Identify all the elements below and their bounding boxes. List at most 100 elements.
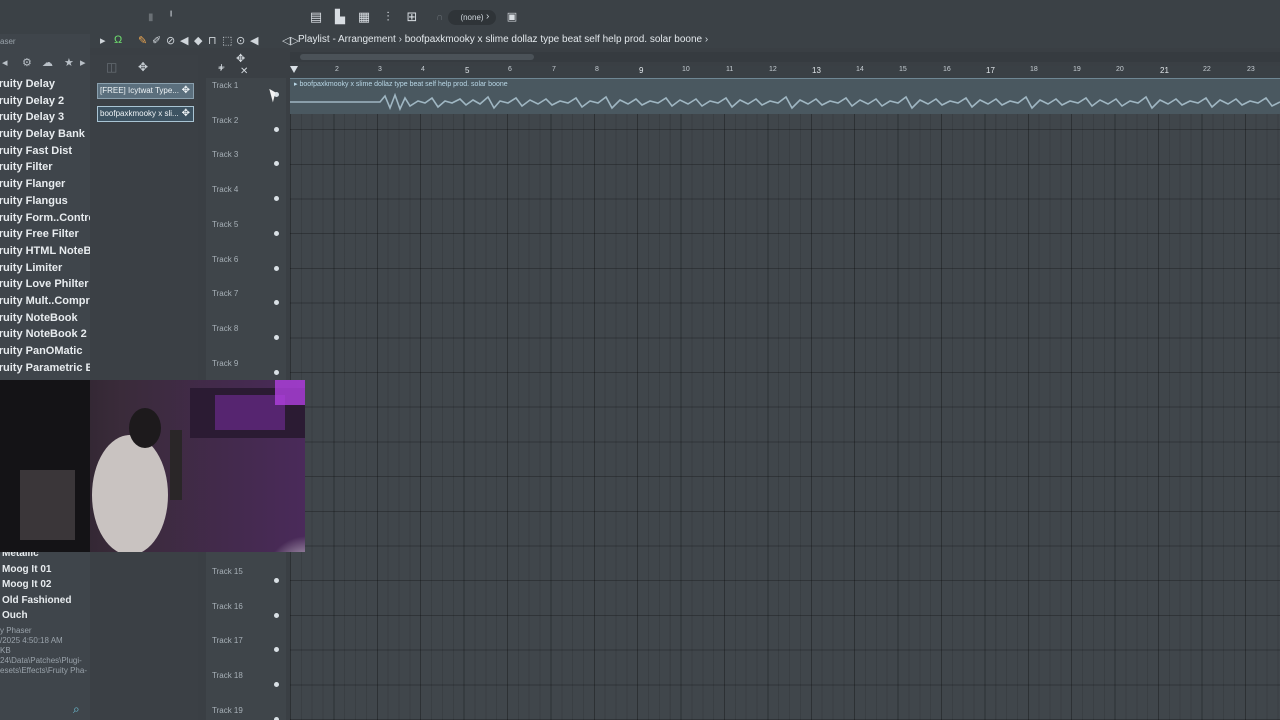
chevron-right-icon[interactable]: › bbox=[705, 34, 708, 45]
track-mute-dot[interactable] bbox=[274, 230, 279, 236]
move-icon[interactable]: ✥ bbox=[182, 84, 190, 98]
track-mute-dot[interactable] bbox=[274, 612, 279, 618]
clip-icon[interactable]: ◫ bbox=[106, 60, 117, 74]
scrollbar-thumb[interactable] bbox=[300, 54, 534, 60]
plugin-item[interactable]: Fruity Flanger bbox=[0, 176, 90, 193]
track-mute-dot[interactable] bbox=[274, 681, 279, 687]
delete-icon[interactable]: ⊘ bbox=[166, 34, 175, 47]
browser-panel: aser ◂ ⚙ ☁ ★ ▸ Fruity Delay Fruity Delay… bbox=[0, 34, 90, 720]
plugin-item[interactable]: Fruity Mult..Compressor bbox=[0, 293, 90, 310]
magnet-icon[interactable]: Ω bbox=[114, 34, 122, 46]
cloud-icon[interactable]: ☁ bbox=[42, 56, 53, 69]
track-mute-dot[interactable] bbox=[274, 369, 279, 375]
track-mute-dot[interactable] bbox=[274, 265, 279, 271]
plugin-item[interactable]: Fruity Delay 2 bbox=[0, 93, 90, 110]
plugin-item[interactable]: Fruity Form..Controller bbox=[0, 210, 90, 227]
plugin-item[interactable]: Fruity Fast Dist bbox=[0, 143, 90, 160]
track-header[interactable]: Track 6 bbox=[206, 252, 286, 287]
playback-icon[interactable]: ◀ bbox=[250, 34, 258, 47]
zoom-icon[interactable]: ⊙ bbox=[236, 34, 245, 47]
plugin-item[interactable]: Fruity Parametric EQ bbox=[0, 360, 90, 377]
clip-item[interactable]: boofpaxkmooky x sli... ✥ bbox=[97, 106, 194, 122]
add-icon[interactable]: + bbox=[218, 64, 224, 75]
arrange-toggle-icon[interactable]: ◁▷ bbox=[282, 34, 299, 47]
track-header[interactable]: Track 2 bbox=[206, 113, 286, 148]
pencil-icon[interactable]: ✎ bbox=[138, 34, 147, 47]
close-icon[interactable]: ✕ bbox=[240, 66, 248, 77]
plugin-item[interactable]: Fruity NoteBook 2 bbox=[0, 326, 90, 343]
plugin-item[interactable]: Fruity Limiter bbox=[0, 260, 90, 277]
clip-item[interactable]: [FREE] Icytwat Type... ✥ bbox=[97, 83, 194, 99]
plugin-item[interactable]: Fruity Filter bbox=[0, 159, 90, 176]
browser-icon[interactable]: ⊞ bbox=[403, 8, 421, 26]
plugin-item[interactable]: Fruity Flangus bbox=[0, 193, 90, 210]
track-header[interactable]: Track 7 bbox=[206, 286, 286, 321]
piano-roll-icon[interactable]: ▙ bbox=[331, 8, 349, 26]
headphones-icon[interactable]: ∩ bbox=[436, 12, 446, 24]
gear-icon[interactable]: ⚙ bbox=[22, 56, 32, 69]
timeline-ruler[interactable]: 2 3 4 5 6 7 8 9 10 11 12 13 14 15 16 17 … bbox=[290, 66, 1280, 78]
track-mute-dot[interactable] bbox=[274, 647, 279, 653]
track-mute-dot[interactable] bbox=[274, 577, 279, 583]
track-header[interactable]: Track 18 bbox=[206, 668, 286, 703]
plugin-item[interactable]: Fruity Delay bbox=[0, 76, 90, 93]
pitch-knob-icon[interactable]: ╹ bbox=[168, 12, 178, 24]
playlist-icon[interactable]: ▤ bbox=[307, 8, 325, 26]
bar-number: 22 bbox=[1203, 66, 1211, 73]
info-line: esets\Effects\Fruity Pha- bbox=[0, 666, 87, 675]
track-mute-dot[interactable] bbox=[274, 161, 279, 167]
track-mute-dot[interactable] bbox=[274, 196, 279, 202]
track-mute-dot[interactable] bbox=[274, 334, 279, 340]
track-label: Track 15 bbox=[212, 566, 243, 576]
star-icon[interactable]: ★ bbox=[64, 56, 74, 69]
move-icon[interactable]: ✥ bbox=[182, 107, 190, 121]
song-position-marker[interactable] bbox=[290, 66, 298, 73]
playlist-title: Playlist - Arrangement › boofpaxkmooky x… bbox=[298, 34, 708, 45]
shopping-cart-icon[interactable]: ▣ bbox=[503, 8, 521, 26]
plugin-item[interactable]: Fruity Free Filter bbox=[0, 226, 90, 243]
plugin-item[interactable]: Fruity PanOMatic bbox=[0, 343, 90, 360]
track-header[interactable]: Track 17 bbox=[206, 633, 286, 668]
slice-icon[interactable]: ⊓ bbox=[208, 34, 217, 47]
paint-brush-icon[interactable]: ✐ bbox=[152, 34, 161, 47]
track-mute-dot[interactable] bbox=[274, 126, 279, 132]
arrow-right-icon[interactable]: › bbox=[486, 11, 496, 23]
preset-item[interactable]: Moog It 01 bbox=[0, 562, 90, 578]
preset-item[interactable]: Ouch bbox=[0, 608, 90, 624]
arrangement-name[interactable]: boofpaxkmooky x slime dollaz type beat s… bbox=[405, 34, 702, 45]
audio-clip[interactable]: ▸ boofpaxkmooky x slime dollaz type beat… bbox=[290, 78, 1280, 114]
plugin-item[interactable]: Fruity NoteBook bbox=[0, 310, 90, 327]
track-header[interactable]: Track 3 bbox=[206, 147, 286, 182]
move-icon[interactable]: ✥ bbox=[236, 52, 245, 65]
preset-item[interactable]: Moog It 02 bbox=[0, 577, 90, 593]
plugin-item[interactable]: Fruity Love Philter bbox=[0, 276, 90, 293]
preset-item[interactable]: Old Fashioned bbox=[0, 593, 90, 609]
track-mute-dot[interactable] bbox=[274, 300, 279, 306]
arrow-right-icon[interactable]: ▸ bbox=[80, 56, 86, 69]
search-icon[interactable]: ⌕ bbox=[73, 702, 80, 717]
bar-number: 8 bbox=[595, 66, 599, 73]
track-header[interactable]: Track 16 bbox=[206, 599, 286, 634]
plugin-item[interactable]: Fruity HTML NoteBook bbox=[0, 243, 90, 260]
move-icon[interactable]: ✥ bbox=[138, 60, 148, 74]
bar-number: 9 bbox=[639, 66, 644, 75]
track-header[interactable]: Track 19 bbox=[206, 703, 286, 720]
arrow-right-icon[interactable]: ▸ bbox=[100, 34, 106, 47]
track-header[interactable]: Track 5 bbox=[206, 217, 286, 252]
info-line: y Phaser bbox=[0, 626, 32, 635]
slip-icon[interactable]: ◆ bbox=[194, 34, 202, 47]
mixer-icon[interactable]: ⫶ bbox=[379, 8, 397, 26]
plugin-item[interactable]: Fruity Delay 3 bbox=[0, 109, 90, 126]
track-header[interactable]: Track 4 bbox=[206, 182, 286, 217]
plugin-item[interactable]: Fruity Delay Bank bbox=[0, 126, 90, 143]
track-header[interactable]: Track 15 bbox=[206, 564, 286, 599]
mute-icon[interactable]: ◀ bbox=[180, 34, 188, 47]
track-label: Track 6 bbox=[212, 254, 239, 264]
channel-rack-icon[interactable]: ▦ bbox=[355, 8, 373, 26]
track-header[interactable]: Track 8 bbox=[206, 321, 286, 356]
track-mute-dot[interactable] bbox=[274, 716, 279, 720]
volume-knob-icon[interactable]: ▮ bbox=[148, 12, 158, 24]
arrow-left-icon[interactable]: ◂ bbox=[2, 56, 8, 69]
playlist-grid[interactable] bbox=[290, 78, 1280, 720]
select-icon[interactable]: ⬚ bbox=[222, 34, 232, 47]
